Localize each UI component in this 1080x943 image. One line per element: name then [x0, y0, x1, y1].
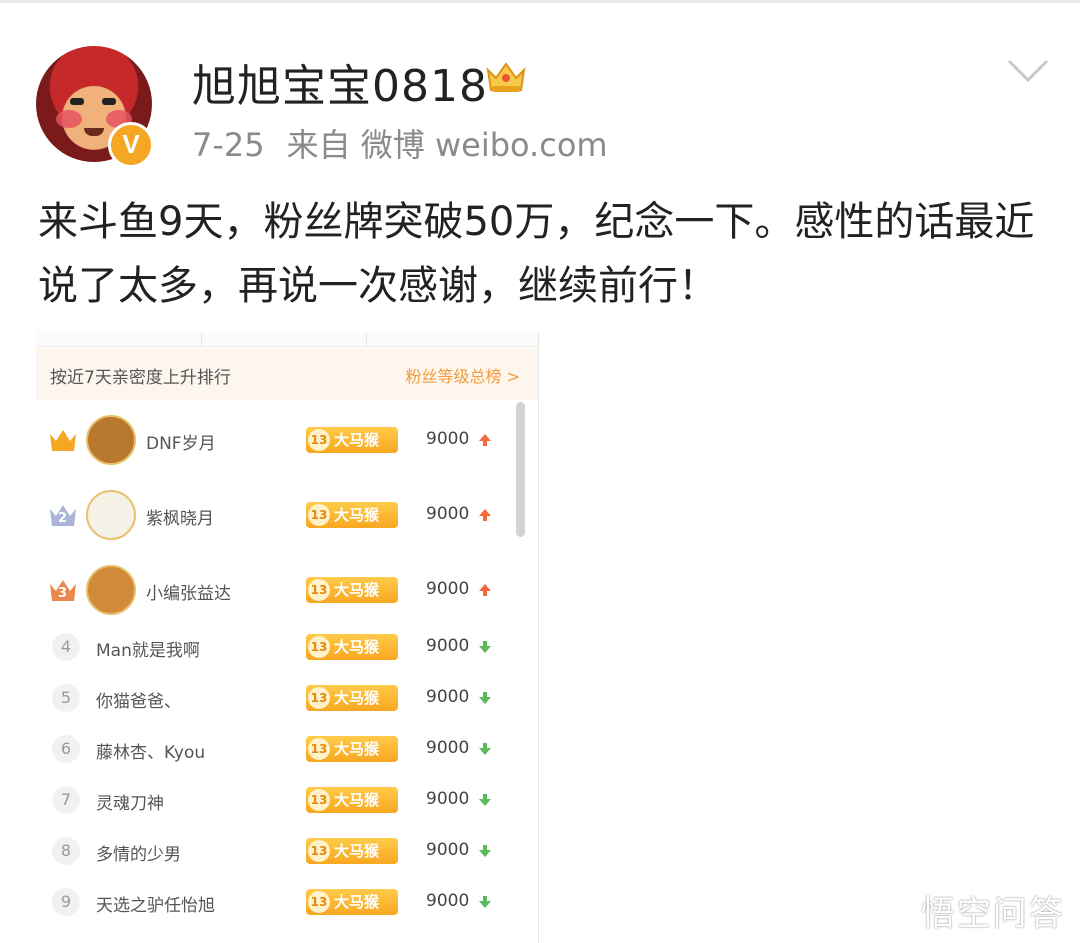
- fan-name[interactable]: 小编张益达: [146, 579, 231, 604]
- fan-badge-name: 大马猴: [334, 842, 380, 860]
- arrow-down-icon: [479, 794, 491, 806]
- fan-name[interactable]: 你猫爸爸、: [96, 687, 181, 712]
- fan-badge-name: 大马猴: [334, 740, 380, 758]
- fan-badge-name: 大马猴: [334, 893, 380, 911]
- fan-badge-level: 13: [308, 429, 330, 451]
- rank-number: 4: [52, 633, 80, 661]
- avatar-cheek-left: [56, 110, 82, 128]
- fan-badge-level: 13: [308, 840, 330, 862]
- rank-number: 7: [52, 786, 80, 814]
- screenshot-tab: [201, 332, 367, 346]
- fan-score: 9000: [426, 789, 470, 809]
- fan-badge-name: 大马猴: [334, 581, 380, 599]
- fan-badge-level: 13: [308, 789, 330, 811]
- ranking-header: 按近7天亲密度上升排行 粉丝等级总榜 >: [36, 348, 538, 400]
- rank-crown-icon: [50, 430, 76, 451]
- ranking-row[interactable]: 8 多情的少男 13 大马猴 9000: [36, 828, 506, 874]
- fan-badge-level: 13: [308, 579, 330, 601]
- arrow-down-icon: [479, 641, 491, 653]
- fan-name[interactable]: 紫枫晓月: [146, 504, 214, 529]
- post-source: 来自 微博 weibo.com: [286, 126, 608, 164]
- watermark: 悟空问答: [858, 886, 1065, 935]
- chevron-down-icon[interactable]: [1006, 58, 1050, 84]
- fan-badge-name: 大马猴: [334, 431, 380, 449]
- arrow-down-icon: [479, 743, 491, 755]
- fan-badge: 13 大马猴: [306, 577, 398, 603]
- username[interactable]: 旭旭宝宝0818: [192, 50, 488, 114]
- rank-number: 3: [58, 586, 68, 601]
- ranking-header-label: 按近7天亲密度上升排行: [50, 368, 231, 388]
- fan-badge: 13 大马猴: [306, 502, 398, 528]
- arrow-up-icon: [479, 509, 491, 521]
- fan-name[interactable]: DNF岁月: [146, 429, 216, 454]
- avatar-eye-left: [70, 98, 84, 105]
- watermark-text: 悟空问答: [920, 894, 1065, 934]
- fan-score: 9000: [426, 429, 470, 449]
- arrow-up-icon: [479, 584, 491, 596]
- arrow-down-icon: [479, 896, 491, 908]
- verified-badge-icon: V: [108, 122, 154, 168]
- avatar-mouth: [84, 128, 104, 136]
- screenshot-tabs: [36, 332, 538, 347]
- fan-score: 9000: [426, 840, 470, 860]
- fan-badge-name: 大马猴: [334, 791, 380, 809]
- ranking-row[interactable]: 3 小编张益达 13 大马猴 9000: [36, 560, 506, 620]
- post-date: 7-25: [192, 126, 265, 164]
- fan-badge-name: 大马猴: [334, 638, 380, 656]
- attached-screenshot[interactable]: 按近7天亲密度上升排行 粉丝等级总榜 > DNF岁月 13 大马猴 9000 2 紫枫晓月…: [36, 332, 539, 943]
- fan-avatar[interactable]: [86, 415, 136, 465]
- avatar-eye-right: [102, 98, 116, 105]
- rank-number: 8: [52, 837, 80, 865]
- fan-badge: 13 大马猴: [306, 787, 398, 813]
- fan-badge-level: 13: [308, 891, 330, 913]
- ranking-row[interactable]: 2 紫枫晓月 13 大马猴 9000: [36, 485, 506, 545]
- fan-badge: 13 大马猴: [306, 634, 398, 660]
- fan-badge-level: 13: [308, 738, 330, 760]
- ranking-row[interactable]: 4 Man就是我啊 13 大马猴 9000: [36, 624, 506, 670]
- scrollbar[interactable]: [516, 402, 525, 537]
- fan-score: 9000: [426, 636, 470, 656]
- fan-avatar[interactable]: [86, 490, 136, 540]
- fan-badge-name: 大马猴: [334, 689, 380, 707]
- fan-score: 9000: [426, 738, 470, 758]
- arrow-down-icon: [479, 692, 491, 704]
- fan-level-total-link[interactable]: 粉丝等级总榜 >: [406, 363, 521, 387]
- member-crown-icon: [486, 62, 526, 92]
- fan-badge: 13 大马猴: [306, 889, 398, 915]
- fan-badge-name: 大马猴: [334, 506, 380, 524]
- fan-name[interactable]: 藤林杏、Kyou: [96, 738, 205, 763]
- ranking-row[interactable]: 9 天选之驴任怡旭 13 大马猴 9000: [36, 879, 506, 925]
- fan-badge-level: 13: [308, 687, 330, 709]
- rank-number: 6: [52, 735, 80, 763]
- top-divider: [0, 0, 1080, 3]
- fan-badge-level: 13: [308, 504, 330, 526]
- fan-score: 9000: [426, 579, 470, 599]
- fan-avatar[interactable]: [86, 565, 136, 615]
- fan-name[interactable]: Man就是我啊: [96, 636, 200, 661]
- fan-name[interactable]: 多情的少男: [96, 840, 181, 865]
- fan-name[interactable]: 天选之驴任怡旭: [96, 891, 215, 916]
- fan-score: 9000: [426, 891, 470, 911]
- arrow-down-icon: [479, 845, 491, 857]
- ranking-row[interactable]: DNF岁月 13 大马猴 9000: [36, 410, 506, 470]
- fan-badge: 13 大马猴: [306, 838, 398, 864]
- post-meta: 7-25 来自 微博 weibo.com: [192, 120, 630, 166]
- fan-badge-level: 13: [308, 636, 330, 658]
- rank-number: 2: [58, 511, 68, 526]
- wukong-logo-icon: [860, 903, 906, 929]
- arrow-up-icon: [479, 434, 491, 446]
- fan-badge: 13 大马猴: [306, 736, 398, 762]
- ranking-row[interactable]: 6 藤林杏、Kyou 13 大马猴 9000: [36, 726, 506, 772]
- ranking-row[interactable]: 5 你猫爸爸、 13 大马猴 9000: [36, 675, 506, 721]
- fan-score: 9000: [426, 504, 470, 524]
- rank-number: 5: [52, 684, 80, 712]
- screenshot-tab: [36, 332, 202, 346]
- fan-name[interactable]: 灵魂刀神: [96, 789, 164, 814]
- fan-score: 9000: [426, 687, 470, 707]
- ranking-row[interactable]: 7 灵魂刀神 13 大马猴 9000: [36, 777, 506, 823]
- rank-number: 9: [52, 888, 80, 916]
- fan-badge: 13 大马猴: [306, 427, 398, 453]
- post-text: 来斗鱼9天，粉丝牌突破50万，纪念一下。感性的话最近说了太多，再说一次感谢，继续…: [38, 199, 1035, 309]
- fan-badge: 13 大马猴: [306, 685, 398, 711]
